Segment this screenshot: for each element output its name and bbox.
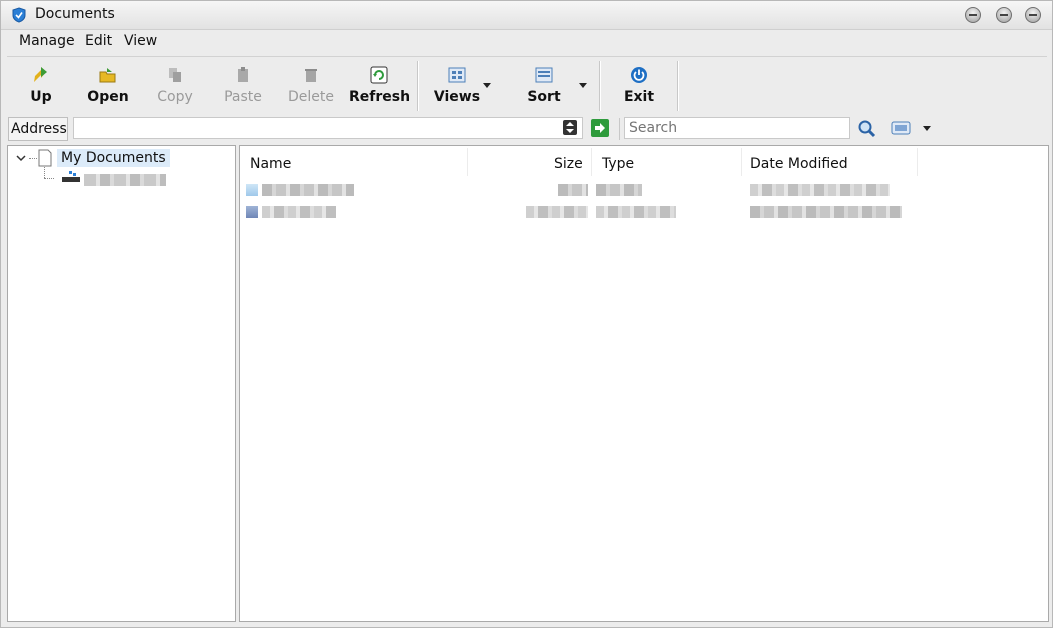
go-button[interactable]	[591, 119, 609, 137]
menu-view[interactable]: View	[124, 33, 157, 49]
minimize-button[interactable]	[965, 7, 981, 23]
table-row-date-redacted	[750, 206, 902, 218]
tree-item-redacted[interactable]	[84, 174, 166, 186]
toolbar-separator	[599, 61, 601, 111]
table-row-type-redacted	[596, 206, 676, 218]
sort-dropdown[interactable]	[573, 63, 593, 111]
view-mode-icon[interactable]	[891, 121, 911, 135]
tree-connector	[44, 178, 54, 179]
document-icon	[38, 149, 52, 167]
refresh-button[interactable]: Refresh	[349, 63, 411, 111]
address-history-button[interactable]	[563, 120, 577, 135]
tree-item-my-documents[interactable]: My Documents	[57, 149, 170, 167]
table-row-date-redacted	[750, 184, 890, 196]
column-header-type[interactable]: Type	[602, 152, 634, 176]
sort-button[interactable]: Sort	[514, 63, 574, 111]
window-title: Documents	[35, 6, 115, 22]
column-header-name[interactable]: Name	[250, 152, 291, 176]
open-label: Open	[87, 89, 129, 105]
views-dropdown[interactable]	[477, 63, 497, 111]
title-bar: Documents	[1, 1, 1052, 30]
maximize-button[interactable]	[996, 7, 1012, 23]
chevron-down-icon[interactable]	[923, 126, 931, 131]
address-input[interactable]	[73, 117, 583, 139]
table-row-size-redacted	[526, 206, 588, 218]
expand-toggle-icon[interactable]	[16, 153, 26, 163]
copy-label: Copy	[157, 89, 193, 105]
refresh-label: Refresh	[349, 89, 411, 105]
views-icon	[448, 67, 466, 83]
file-icon	[246, 206, 258, 218]
column-divider	[467, 148, 468, 176]
up-button[interactable]: Up	[11, 63, 71, 111]
table-row-name-redacted[interactable]	[262, 206, 336, 218]
toolbar-separator	[677, 61, 679, 111]
toolbar-separator	[417, 61, 419, 111]
delete-button[interactable]: Delete	[281, 63, 341, 111]
column-header-date-modified[interactable]: Date Modified	[750, 152, 848, 176]
address-label: Address	[8, 117, 68, 141]
toolbar: Up Open Copy Paste Delete Refresh Views …	[7, 56, 1047, 115]
shield-icon	[12, 7, 26, 23]
arrow-right-icon	[595, 123, 605, 133]
tree-connector	[29, 158, 37, 159]
up-arrow-icon	[34, 67, 47, 82]
address-bar: Address	[7, 115, 1047, 143]
paste-icon	[238, 67, 248, 82]
folder-tree: My Documents	[7, 145, 236, 622]
chevron-down-icon	[579, 83, 587, 88]
tree-connector	[44, 167, 45, 178]
exit-button[interactable]: Exit	[609, 63, 669, 111]
chevron-down-icon	[483, 83, 491, 88]
table-row-name-redacted[interactable]	[262, 184, 354, 196]
paste-label: Paste	[224, 89, 262, 105]
up-label: Up	[30, 89, 52, 105]
copy-icon	[169, 68, 181, 82]
address-separator	[619, 118, 620, 140]
column-divider	[917, 148, 918, 176]
sort-icon	[535, 67, 553, 83]
column-divider	[741, 148, 742, 176]
open-button[interactable]: Open	[78, 63, 138, 111]
delete-label: Delete	[288, 89, 334, 105]
menu-manage[interactable]: Manage	[19, 33, 75, 49]
paste-button[interactable]: Paste	[213, 63, 273, 111]
search-icon[interactable]	[857, 119, 877, 139]
sort-label: Sort	[527, 89, 561, 105]
menu-edit[interactable]: Edit	[85, 33, 112, 49]
file-list: Name Size Type Date Modified	[239, 145, 1049, 622]
column-header-size[interactable]: Size	[554, 152, 583, 176]
table-row-type-redacted	[596, 184, 642, 196]
open-folder-icon	[99, 68, 116, 83]
file-icon	[246, 184, 258, 196]
refresh-icon	[370, 66, 388, 84]
copy-button[interactable]: Copy	[145, 63, 205, 111]
table-row-size-redacted	[558, 184, 588, 196]
search-input[interactable]	[624, 117, 850, 139]
drive-icon	[62, 171, 80, 182]
menu-bar: Manage Edit View	[1, 29, 1052, 55]
column-divider	[591, 148, 592, 176]
delete-icon	[305, 69, 317, 82]
close-button[interactable]	[1025, 7, 1041, 23]
exit-label: Exit	[623, 89, 655, 105]
documents-window: Documents Manage Edit View Up Open Copy …	[0, 0, 1053, 628]
power-icon	[631, 67, 647, 83]
